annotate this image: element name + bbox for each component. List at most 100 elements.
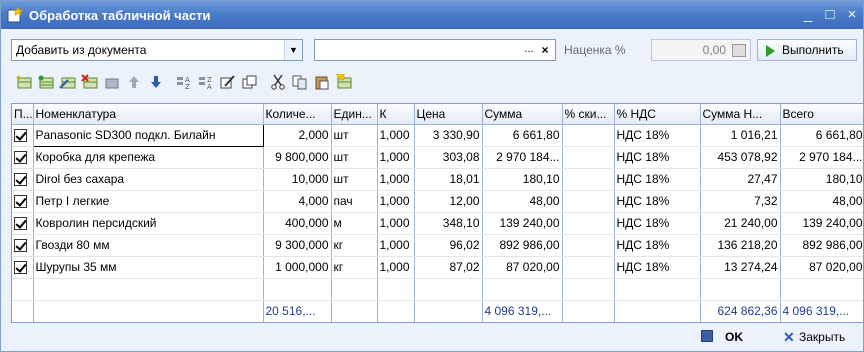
checkbox-icon[interactable] xyxy=(14,239,27,253)
cell-price[interactable]: 12,00 xyxy=(414,190,483,213)
cell-coef[interactable]: 1,000 xyxy=(377,212,415,235)
cell-sum[interactable]: 48,00 xyxy=(482,190,563,213)
cell-price[interactable]: 96,02 xyxy=(414,234,483,257)
cell-price[interactable]: 303,08 xyxy=(414,146,483,169)
row-checkbox[interactable] xyxy=(12,124,34,147)
checkbox-icon[interactable] xyxy=(14,173,27,187)
cell-total[interactable]: 139 240,00 xyxy=(780,212,863,235)
calculator-icon[interactable] xyxy=(732,44,746,57)
cell-unit[interactable]: шт xyxy=(331,168,378,191)
cell-vat-sum[interactable]: 21 240,00 xyxy=(700,212,781,235)
copy-clipboard-icon[interactable] xyxy=(289,72,311,92)
cell-item[interactable]: Dirol без сахара xyxy=(33,168,264,191)
close-button[interactable]: ✕ Закрыть xyxy=(779,327,863,349)
cell-discount[interactable] xyxy=(562,234,615,257)
cell-item[interactable]: Ковролин персидский xyxy=(33,212,264,235)
edit-icon[interactable] xyxy=(217,72,239,92)
col-header-sum[interactable]: Сумма xyxy=(482,104,563,125)
cell-vat[interactable]: НДС 18% xyxy=(614,190,701,213)
select-fill-icon[interactable] xyxy=(333,72,355,92)
table-row[interactable]: Гвозди 80 мм 9 300,000 кг 1,000 96,02 89… xyxy=(12,234,863,257)
edit-row-icon[interactable] xyxy=(57,72,79,92)
table-row[interactable]: Коробка для крепежа 9 800,000 шт 1,000 3… xyxy=(12,146,863,169)
cell-coef[interactable]: 1,000 xyxy=(377,234,415,257)
move-up-icon[interactable] xyxy=(123,72,145,92)
cell-unit[interactable]: шт xyxy=(331,124,378,147)
ok-button[interactable]: OK xyxy=(697,327,767,349)
source-select[interactable]: ... × xyxy=(314,39,556,61)
table-row[interactable]: Ковролин персидский 400,000 м 1,000 348,… xyxy=(12,212,863,235)
cell-qty[interactable]: 9 800,000 xyxy=(263,146,332,169)
cell-qty[interactable]: 400,000 xyxy=(263,212,332,235)
sort-desc-icon[interactable]: ZA xyxy=(195,72,217,92)
cell-coef[interactable]: 1,000 xyxy=(377,190,415,213)
cell-price[interactable]: 87,02 xyxy=(414,256,483,279)
clear-icon[interactable]: × xyxy=(537,41,553,59)
cell-item[interactable]: Коробка для крепежа xyxy=(33,146,264,169)
cell-item[interactable]: Шурупы 35 мм xyxy=(33,256,264,279)
table-row[interactable]: Петр I легкие 4,000 пач 1,000 12,00 48,0… xyxy=(12,190,863,213)
table-row[interactable]: Dirol без сахара 10,000 шт 1,000 18,01 1… xyxy=(12,168,863,191)
cell-vat-sum[interactable]: 136 218,20 xyxy=(700,234,781,257)
col-header-vat[interactable]: % НДС xyxy=(614,104,701,125)
table-row[interactable]: Шурупы 35 мм 1 000,000 кг 1,000 87,02 87… xyxy=(12,256,863,279)
col-header-vat-sum[interactable]: Сумма Н... xyxy=(700,104,781,125)
cell-sum[interactable]: 2 970 184... xyxy=(482,146,563,169)
row-checkbox[interactable] xyxy=(12,168,34,191)
maximize-button[interactable]: □ xyxy=(819,5,841,25)
cell-sum[interactable]: 139 240,00 xyxy=(482,212,563,235)
row-checkbox[interactable] xyxy=(12,212,34,235)
cell-discount[interactable] xyxy=(562,256,615,279)
cell-total[interactable]: 180,10 xyxy=(780,168,863,191)
delete-row-icon[interactable] xyxy=(79,72,101,92)
col-header-qty[interactable]: Количе... xyxy=(263,104,332,125)
sort-asc-icon[interactable]: AZ xyxy=(173,72,195,92)
select-dots-icon[interactable]: ... xyxy=(521,41,537,59)
cell-unit[interactable]: шт xyxy=(331,146,378,169)
cell-total[interactable]: 48,00 xyxy=(780,190,863,213)
title-bar[interactable]: Обработка табличной части _ □ × xyxy=(1,1,863,29)
cell-coef[interactable]: 1,000 xyxy=(377,256,415,279)
move-down-icon[interactable] xyxy=(145,72,167,92)
cell-total[interactable]: 6 661,80 xyxy=(780,124,863,147)
cell-vat[interactable]: НДС 18% xyxy=(614,234,701,257)
cell-price[interactable]: 3 330,90 xyxy=(414,124,483,147)
copy-icon[interactable] xyxy=(239,72,261,92)
table-row[interactable]: Panasonic SD300 подкл. Билайн 2,000 шт 1… xyxy=(12,123,863,147)
checkbox-icon[interactable] xyxy=(14,151,27,165)
checkbox-icon[interactable] xyxy=(14,217,27,231)
cell-vat[interactable]: НДС 18% xyxy=(614,146,701,169)
row-checkbox[interactable] xyxy=(12,234,34,257)
cell-discount[interactable] xyxy=(562,168,615,191)
cell-item[interactable]: Петр I легкие xyxy=(33,190,264,213)
checkbox-icon[interactable] xyxy=(14,195,27,209)
checkbox-icon[interactable] xyxy=(14,129,27,143)
cell-vat[interactable]: НДС 18% xyxy=(614,124,701,147)
col-header-item[interactable]: Номенклатура xyxy=(33,104,264,125)
cell-discount[interactable] xyxy=(562,190,615,213)
row-checkbox[interactable] xyxy=(12,146,34,169)
cell-unit[interactable]: м xyxy=(331,212,378,235)
cell-sum[interactable]: 87 020,00 xyxy=(482,256,563,279)
minimize-button[interactable]: _ xyxy=(797,5,819,25)
cell-unit[interactable]: кг xyxy=(331,256,378,279)
cell-price[interactable]: 348,10 xyxy=(414,212,483,235)
cell-sum[interactable]: 892 986,00 xyxy=(482,234,563,257)
cell-qty[interactable]: 2,000 xyxy=(263,124,332,147)
col-header-mark[interactable]: П... xyxy=(12,104,34,125)
cell-qty[interactable]: 4,000 xyxy=(263,190,332,213)
row-checkbox[interactable] xyxy=(12,256,34,279)
end-edit-icon[interactable] xyxy=(101,72,123,92)
cell-coef[interactable]: 1,000 xyxy=(377,168,415,191)
cell-vat-sum[interactable]: 7,32 xyxy=(700,190,781,213)
cell-total[interactable]: 892 986,00 xyxy=(780,234,863,257)
cell-total[interactable]: 87 020,00 xyxy=(780,256,863,279)
execute-button[interactable]: Выполнить xyxy=(757,39,857,61)
checkbox-icon[interactable] xyxy=(14,261,27,275)
cell-total[interactable]: 2 970 184... xyxy=(780,146,863,169)
cell-sum[interactable]: 6 661,80 xyxy=(482,124,563,147)
cell-vat-sum[interactable]: 453 078,92 xyxy=(700,146,781,169)
cell-vat-sum[interactable]: 1 016,21 xyxy=(700,124,781,147)
cut-icon[interactable] xyxy=(267,72,289,92)
cell-unit[interactable]: кг xyxy=(331,234,378,257)
